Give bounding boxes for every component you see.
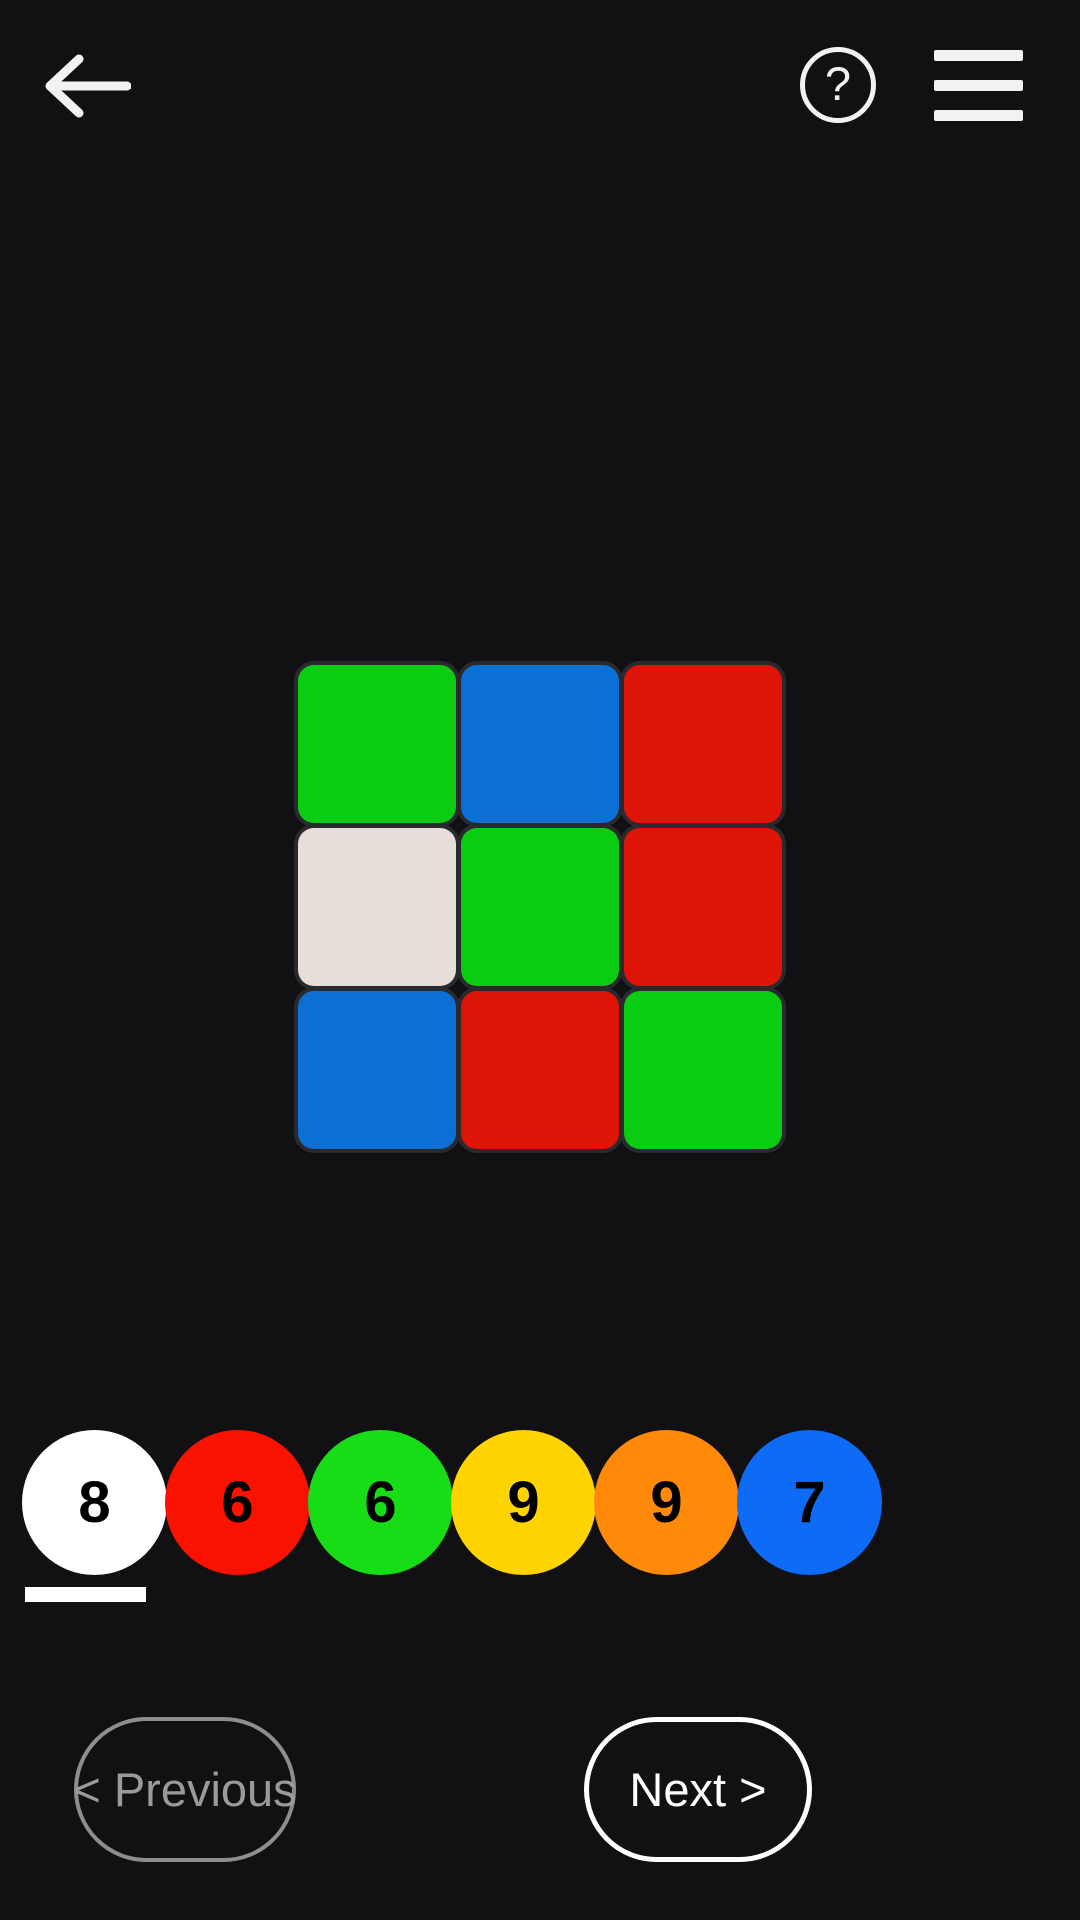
help-circle-icon: ?	[800, 47, 876, 123]
color-swatch-green[interactable]: 6	[308, 1430, 453, 1575]
color-swatch-yellow[interactable]: 9	[451, 1430, 596, 1575]
grid-tile-r2c1[interactable]	[298, 828, 456, 986]
hamburger-menu-icon-bar-2	[934, 80, 1023, 91]
arrow-left-icon	[41, 53, 131, 119]
color-swatch-red[interactable]: 6	[165, 1430, 310, 1575]
selected-color-indicator	[25, 1587, 146, 1602]
color-swatch-count: 6	[221, 1474, 253, 1532]
puzzle-grid-container	[0, 660, 1080, 1154]
previous-button[interactable]: < Previous	[74, 1717, 296, 1862]
color-swatch-count: 9	[507, 1474, 539, 1532]
grid-tile-r3c3[interactable]	[624, 991, 782, 1149]
color-swatch-count: 8	[78, 1474, 110, 1532]
grid-tile-r2c3[interactable]	[624, 828, 782, 986]
grid-tile-r1c3[interactable]	[624, 665, 782, 823]
help-question-mark: ?	[825, 60, 851, 107]
puzzle-grid	[293, 660, 787, 1154]
color-swatch-white[interactable]: 8	[22, 1430, 167, 1575]
color-swatch-blue[interactable]: 7	[737, 1430, 882, 1575]
back-button[interactable]	[34, 38, 138, 134]
previous-button-label: < Previous	[73, 1766, 296, 1813]
grid-tile-r1c1[interactable]	[298, 665, 456, 823]
hamburger-menu-icon-bar-1	[934, 50, 1023, 61]
help-button[interactable]: ?	[795, 42, 881, 128]
color-palette: 8 6 6 9 9 7	[0, 1430, 1080, 1620]
hamburger-menu-button[interactable]	[925, 40, 1031, 130]
grid-tile-r3c2[interactable]	[461, 991, 619, 1149]
next-button-label: Next >	[629, 1766, 766, 1813]
color-swatch-count: 7	[793, 1474, 825, 1532]
color-swatch-count: 6	[364, 1474, 396, 1532]
color-swatch-orange[interactable]: 9	[594, 1430, 739, 1575]
hamburger-menu-icon-bar-3	[934, 110, 1023, 121]
grid-tile-r1c2[interactable]	[461, 665, 619, 823]
next-button[interactable]: Next >	[584, 1717, 812, 1862]
grid-tile-r2c2[interactable]	[461, 828, 619, 986]
color-swatch-count: 9	[650, 1474, 682, 1532]
top-app-bar: ?	[0, 0, 1080, 170]
app-screen: ? 8 6 6 9 9 7 < Previous Next >	[0, 0, 1080, 1920]
grid-tile-r3c1[interactable]	[298, 991, 456, 1149]
